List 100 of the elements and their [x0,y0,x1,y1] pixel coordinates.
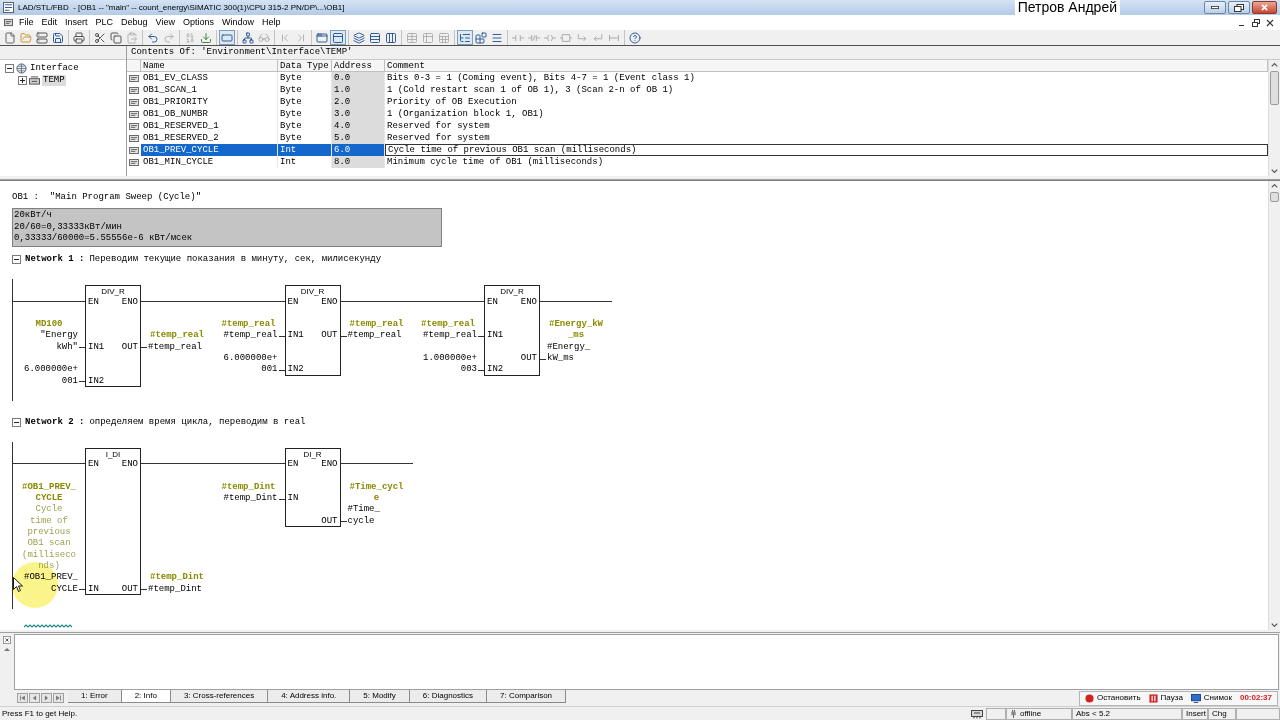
table-cell: 1.0 [334,85,351,95]
menu-item[interactable]: PLC [91,15,118,30]
toolbar-button[interactable] [383,30,399,45]
scrollbar-thumb[interactable] [1270,71,1279,105]
menu-item[interactable]: Help [258,15,285,30]
minimize-icon [1211,6,1219,9]
toolbar-button[interactable] [314,30,330,45]
expand-icon[interactable] [18,75,27,85]
toolbar-button[interactable] [367,30,383,45]
table-cell: Byte [280,133,302,143]
collapse-icon[interactable] [5,63,14,73]
symbol-label: #temp_real [221,319,276,330]
output-tab[interactable]: 3: Cross-references [170,690,269,703]
first-tab-icon[interactable] [17,693,28,703]
close-icon[interactable] [3,636,11,644]
table-row[interactable]: OB1_PREV_CYCLE Int 6.0 Cycle time of previous OB1 scan (milliseconds) [141,144,1268,156]
collapse-icon[interactable] [12,255,21,265]
table-row[interactable]: OB1_MIN_CYCLE Int 8.0 Minimum cycle time of OB1 (milliseconds) [141,156,1268,168]
table-row[interactable]: OB1_RESERVED_1 Byte 4.0 Reserved for system [141,120,1268,132]
toolbar-button[interactable] [71,30,87,45]
box-title: DIV_R [300,286,325,298]
column-header[interactable]: Data Type [280,60,329,71]
next-tab-icon[interactable] [41,693,52,703]
output-tab[interactable]: 1: Error [68,690,122,703]
output-tab[interactable]: 7: Comparison [487,690,567,703]
menu-item[interactable]: Edit [37,15,62,30]
scroll-up-icon[interactable] [3,646,11,652]
pin-label: IN [287,493,299,505]
table-cell: Cycle time of previous OB1 scan (milliseconds) [388,145,637,155]
table-cell: Byte [280,85,302,95]
symbol-label: #temp_real [150,330,204,342]
toolbar-button[interactable] [219,30,235,45]
plug-icon [1010,709,1017,718]
toolbar-button[interactable] [145,30,161,45]
pin-label: IN2 [88,375,105,387]
menu-item[interactable]: Debug [117,15,152,30]
scroll-down-icon[interactable] [1269,166,1280,176]
toolbar-button[interactable] [198,30,214,45]
column-header[interactable]: Comment [387,60,425,71]
column-header[interactable]: Address [334,60,372,71]
toolbar-button[interactable] [50,30,66,45]
collapse-icon[interactable] [12,418,21,427]
tree-item[interactable]: TEMP [42,74,66,86]
restore-icon[interactable] [1252,18,1260,27]
menu-item[interactable]: View [151,15,179,30]
stop-button[interactable]: Остановить [1084,692,1141,704]
table-cell: Reserved for system [387,133,490,143]
menu-item[interactable]: File [15,15,38,30]
toolbar-button[interactable] [627,30,643,45]
vertical-scrollbar[interactable] [1268,60,1280,176]
minimize-button[interactable] [1204,1,1226,14]
toolbar-button[interactable] [457,30,473,45]
table-cell: 0.0 [334,73,351,83]
undo-icon [147,31,159,44]
table-cell: 8.0 [334,157,351,167]
scroll-down-icon[interactable] [1269,620,1280,630]
close-button[interactable] [1252,1,1277,14]
table-cell: Minimum cycle time of OB1 (milliseconds) [387,157,604,167]
restore-button[interactable] [1228,1,1250,14]
network-comment: определяем время цикла, переводим в real [89,416,306,429]
output-tab[interactable]: 5: Modify [350,690,410,703]
last-tab-icon[interactable] [53,693,64,703]
toolbar-button[interactable] [240,30,256,45]
toolbar-button[interactable] [2,30,18,45]
toolbar-button[interactable] [34,30,50,45]
toolbar-button[interactable] [330,30,346,45]
pin-label: ENO [321,296,338,308]
window-icon [316,31,328,44]
table-row[interactable]: OB1_OB_NUMBR Byte 3.0 1 (Organization block 1, OB1) [141,108,1268,120]
glasses-icon [258,31,270,44]
output-tab[interactable]: 2: Info [121,690,171,703]
toolbar-button[interactable] [108,30,124,45]
vertical-scrollbar[interactable] [1268,181,1280,630]
menu-item[interactable]: Options [178,15,218,30]
toolbar-button[interactable] [473,30,489,45]
table-cell: Int [280,157,297,167]
pause-button[interactable]: Пауза [1148,692,1183,704]
operand-label: 1.000000e+ 003 [423,353,477,376]
output-tab[interactable]: 6: Diagnostics [409,690,488,703]
scroll-up-icon[interactable] [1269,181,1280,191]
snapshot-button[interactable]: Снимок [1190,692,1232,704]
network-title: Network 2 : [25,416,85,429]
table-row[interactable]: OB1_PRIORITY Byte 2.0 Priority of OB Execution [141,96,1268,108]
close-icon[interactable] [1266,18,1274,27]
scroll-up-icon[interactable] [1269,60,1280,70]
tree-item[interactable]: Interface [29,62,80,74]
column-header[interactable]: Name [143,60,165,71]
variable-icon [129,134,139,142]
menu-item[interactable]: Window [218,15,258,30]
menu-item[interactable]: Insert [61,15,92,30]
previous-tab-icon[interactable] [29,693,40,703]
status-text: offline [1020,708,1042,719]
pin-label: EN [88,459,99,471]
close-icon [1261,4,1268,11]
toolbar-button[interactable] [351,30,367,45]
scrollbar-thumb[interactable] [1270,192,1279,202]
table-row[interactable]: OB1_EV_CLASS Byte 0.0 Bits 0-3 = 1 (Coming event), Bits 4-7 = 1 (Event class 1) [141,72,1268,84]
output-tab[interactable]: 4: Address info. [268,690,351,703]
table-row[interactable]: OB1_SCAN_1 Byte 1.0 1 (Cold restart scan 1 of OB 1), 3 (Scan 2-n of OB 1) [141,84,1268,96]
blocks-icon [475,31,487,44]
